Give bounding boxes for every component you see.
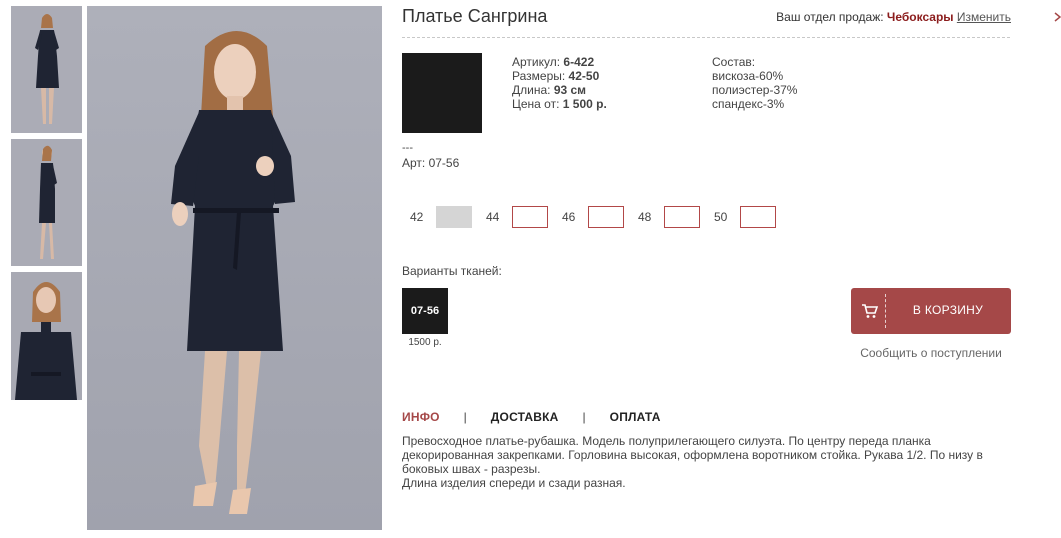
composition-line: спандекс-3% bbox=[712, 97, 785, 111]
add-to-cart-button[interactable]: В КОРЗИНУ bbox=[851, 288, 1011, 334]
thumbnail-side[interactable] bbox=[11, 139, 82, 266]
tab-separator: | bbox=[463, 410, 467, 424]
tab-info[interactable]: ИНФО bbox=[402, 410, 440, 424]
model-photo-side-thumb bbox=[11, 139, 82, 266]
main-product-photo[interactable] bbox=[87, 6, 382, 530]
region-prefix: Ваш отдел продаж: bbox=[776, 10, 884, 24]
model-photo-closeup-thumb bbox=[11, 272, 82, 400]
size-label: 50 bbox=[714, 210, 728, 224]
fabric-variant-price: 1500 р. bbox=[408, 337, 442, 348]
description-paragraph: Длина изделия спереди и сзади разная. bbox=[402, 476, 626, 490]
cart-icon bbox=[862, 304, 879, 318]
model-photo-front-thumb bbox=[11, 6, 82, 133]
composition-line: вискоза-60% bbox=[712, 69, 784, 83]
model-photo-main bbox=[87, 6, 382, 530]
region-change-link[interactable]: Изменить bbox=[957, 10, 1011, 24]
thumbnail-front[interactable] bbox=[11, 6, 82, 133]
spec-article: Артикул: 6-422 bbox=[512, 55, 595, 69]
size-label: 48 bbox=[638, 210, 652, 224]
add-to-cart-label: В КОРЗИНУ bbox=[912, 303, 984, 317]
size-label: 46 bbox=[562, 210, 576, 224]
size-option-42: 42 bbox=[410, 206, 472, 228]
info-tabs: ИНФО | ДОСТАВКА | ОПЛАТА bbox=[402, 410, 661, 424]
size-option-48: 48 bbox=[638, 206, 700, 228]
tab-payment[interactable]: ОПЛАТА bbox=[610, 410, 661, 424]
size-selector: 42 44 46 48 50 bbox=[410, 206, 790, 228]
spec-price: Цена от: 1 500 р. bbox=[512, 97, 607, 111]
fabric-variants-title: Варианты тканей: bbox=[402, 264, 502, 278]
size-label: 42 bbox=[410, 210, 424, 224]
sales-region: Ваш отдел продаж: Чебоксары Изменить bbox=[776, 10, 1011, 24]
size-quantity-input[interactable] bbox=[588, 206, 624, 228]
spec-length: Длина: 93 см bbox=[512, 83, 587, 97]
size-option-44: 44 bbox=[486, 206, 548, 228]
tab-separator: | bbox=[582, 410, 586, 424]
product-title: Платье Сангрина bbox=[402, 6, 548, 26]
description-paragraph: Превосходное платье-рубашка. Модель полу… bbox=[402, 434, 983, 476]
fabric-code: Арт: 07-56 bbox=[402, 156, 460, 170]
spec-sizes: Размеры: 42-50 bbox=[512, 69, 600, 83]
product-description: Превосходное платье-рубашка. Модель полу… bbox=[402, 434, 1014, 490]
fabric-swatch-large bbox=[402, 53, 482, 133]
size-quantity-input[interactable] bbox=[664, 206, 700, 228]
composition-line: полиэстер-37% bbox=[712, 83, 798, 97]
size-quantity-input-disabled bbox=[436, 206, 472, 228]
product-specs: Артикул: 6-422 Размеры: 42-50 Длина: 93 … bbox=[512, 55, 607, 111]
chevron-icon[interactable] bbox=[1054, 12, 1061, 22]
size-option-46: 46 bbox=[562, 206, 624, 228]
size-label: 44 bbox=[486, 210, 500, 224]
thumbnail-closeup[interactable] bbox=[11, 272, 82, 400]
size-quantity-input[interactable] bbox=[740, 206, 776, 228]
region-city: Чебоксары bbox=[886, 10, 954, 24]
notify-availability-link[interactable]: Сообщить о поступлении bbox=[851, 346, 1011, 360]
tab-delivery[interactable]: ДОСТАВКА bbox=[491, 410, 559, 424]
header-divider bbox=[402, 37, 1010, 38]
fabric-code-dashes: --- bbox=[402, 142, 413, 154]
size-option-50: 50 bbox=[714, 206, 776, 228]
thumbnail-strip bbox=[11, 6, 82, 406]
composition: Состав: вискоза-60% полиэстер-37% спанде… bbox=[712, 55, 797, 111]
composition-title: Состав: bbox=[712, 55, 756, 69]
size-quantity-input[interactable] bbox=[512, 206, 548, 228]
fabric-variant-chip[interactable]: 07-56 bbox=[402, 288, 448, 334]
